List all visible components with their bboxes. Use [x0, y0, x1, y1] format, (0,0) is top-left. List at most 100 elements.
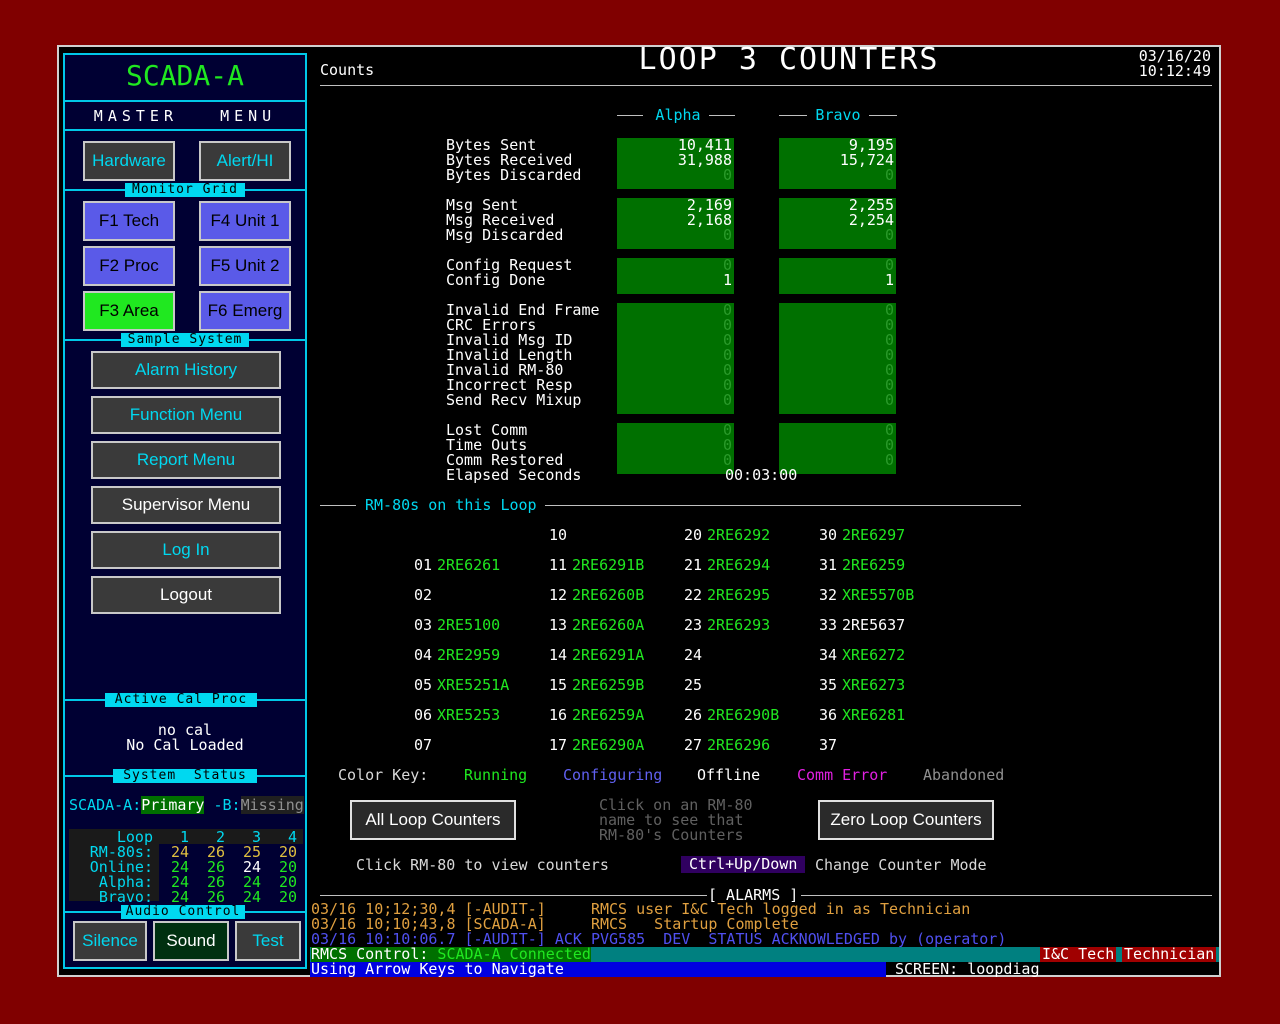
- rm80-slot-number: 31: [818, 556, 837, 574]
- section-label: Counts: [320, 61, 375, 79]
- rm80-slot-number: 10: [548, 526, 567, 544]
- alpha-counter-value: 0: [722, 166, 732, 184]
- elapsed-value: 00:03:00: [725, 466, 798, 484]
- supervisor-menu-button[interactable]: Supervisor Menu: [91, 486, 281, 524]
- sample-system-label: Sample System: [121, 333, 249, 347]
- counter-label: Config Done: [446, 271, 546, 289]
- alpha-counter-value: 0: [722, 391, 732, 409]
- sidebar: SCADA-A MASTER MENU Hardware Alert/HI Mo…: [63, 53, 307, 969]
- rm80-slot-number: 23: [683, 616, 702, 634]
- alert-hi-button[interactable]: Alert/HI: [199, 141, 291, 181]
- rm80-name-link[interactable]: 2RE6295: [707, 588, 770, 603]
- rm80-name-link[interactable]: 2RE6290B: [707, 708, 779, 723]
- f3-area-button[interactable]: F3 Area: [83, 291, 175, 331]
- master-menu-label: MASTER MENU: [93, 107, 277, 125]
- ctrl-key-badge: Ctrl+Up/Down: [681, 856, 806, 873]
- rm80-slot-number: 16: [548, 706, 567, 724]
- f1-tech-button[interactable]: F1 Tech: [83, 201, 175, 241]
- rm80-name-link[interactable]: 2RE6259A: [572, 708, 644, 723]
- alpha-counter-value: 0: [722, 226, 732, 244]
- logout-button[interactable]: Logout: [91, 576, 281, 614]
- change-mode-label: Change Counter Mode: [815, 856, 987, 874]
- rm80-name-link[interactable]: 2RE6261: [437, 558, 500, 573]
- rm80-rule-left: [320, 505, 356, 506]
- rm80-name-link[interactable]: XRE6272: [842, 648, 905, 663]
- alpha-counter-box: 10,411 31,988 0: [617, 138, 734, 189]
- audio-control-label: Audio Control: [121, 905, 245, 919]
- monitor-grid-label: Monitor Grid: [125, 183, 245, 197]
- bravo-rule-right: [869, 115, 897, 116]
- counter-label: Send Recv Mixup: [446, 391, 582, 409]
- alpha-counter-box: 2,169 2,168 0: [617, 198, 734, 249]
- status-missing-badge: Missing: [240, 796, 304, 814]
- rm80-name-link[interactable]: XRE5570B: [842, 588, 914, 603]
- scada-status-line: SCADA-A:Primary -B:Missing: [69, 796, 304, 814]
- login-button[interactable]: Log In: [91, 531, 281, 569]
- rm80-name-link[interactable]: 2RE6294: [707, 558, 770, 573]
- page-title: LOOP 3 COUNTERS: [638, 42, 940, 77]
- rm80-name-link[interactable]: 2RE6259B: [572, 678, 644, 693]
- rm80-name-link[interactable]: 2RE6293: [707, 618, 770, 633]
- bravo-counter-value: 0: [884, 226, 894, 244]
- bravo-counter-value: 1: [884, 271, 894, 289]
- loop-table-cell: 26: [206, 888, 225, 906]
- alpha-counter-box: 0000000: [617, 303, 734, 414]
- f4-unit1-button[interactable]: F4 Unit 1: [199, 201, 291, 241]
- rm80-name-link[interactable]: XRE5251A: [437, 678, 509, 693]
- header-divider: [320, 85, 1212, 86]
- rm80-slot-number: 32: [818, 586, 837, 604]
- silence-button[interactable]: Silence: [73, 921, 147, 961]
- color-key-item: Abandoned: [923, 766, 1005, 784]
- f6-emerg-button[interactable]: F6 Emerg: [199, 291, 291, 331]
- rm80-name-link[interactable]: 2RE2959: [437, 648, 500, 663]
- rm80-name-link[interactable]: 2RE5100: [437, 618, 500, 633]
- status-b-prefix: -B:: [204, 796, 241, 814]
- rm80-name-link[interactable]: XRE6281: [842, 708, 905, 723]
- bravo-header: Bravo: [815, 106, 861, 124]
- rm80-slot-number: 21: [683, 556, 702, 574]
- rm80-name-link[interactable]: 2RE6260A: [572, 618, 644, 633]
- divider: [65, 129, 305, 131]
- status-primary-badge: Primary: [141, 796, 205, 814]
- alarm-history-button[interactable]: Alarm History: [91, 351, 281, 389]
- all-loop-counters-button[interactable]: All Loop Counters: [350, 800, 516, 840]
- rm80-name-link[interactable]: 2RE6292: [707, 528, 770, 543]
- rm80-name-link[interactable]: XRE6273: [842, 678, 905, 693]
- rm80-slot-number: 13: [548, 616, 567, 634]
- rm80-slot-number: 24: [683, 646, 702, 664]
- f5-unit2-button[interactable]: F5 Unit 2: [199, 246, 291, 286]
- report-menu-button[interactable]: Report Menu: [91, 441, 281, 479]
- rm80-name-link[interactable]: 2RE6291A: [572, 648, 644, 663]
- rm80-name-link[interactable]: 2RE6291B: [572, 558, 644, 573]
- rm80-name-link[interactable]: 2RE6297: [842, 528, 905, 543]
- bravo-counter-box: 01: [779, 258, 896, 294]
- app-title: SCADA-A: [125, 59, 244, 92]
- active-cal-label: Active Cal Proc: [105, 693, 257, 707]
- test-button[interactable]: Test: [235, 921, 301, 961]
- rm80-name-link[interactable]: XRE5253: [437, 708, 500, 723]
- bravo-counter-value: 0: [884, 166, 894, 184]
- bravo-rule-left: [779, 115, 807, 116]
- function-menu-button[interactable]: Function Menu: [91, 396, 281, 434]
- hardware-button[interactable]: Hardware: [83, 141, 175, 181]
- rm80-name-link[interactable]: 2RE6290A: [572, 738, 644, 753]
- alpha-rule-left: [617, 115, 643, 116]
- screen-name: SCREEN: loopdiag: [895, 960, 1040, 978]
- rm80-name-link[interactable]: 2RE6259: [842, 558, 905, 573]
- rm80-hint-line3: RM-80's Counters: [599, 826, 744, 844]
- status-prefix: SCADA-A:: [69, 796, 142, 814]
- zero-loop-counters-button[interactable]: Zero Loop Counters: [818, 800, 994, 840]
- loop-table-cell: 20: [278, 888, 297, 906]
- loop-table-cell: 24: [170, 888, 189, 906]
- loop-table-row-label: Bravo:: [98, 888, 153, 906]
- rm80-name-link[interactable]: 2RE6296: [707, 738, 770, 753]
- f2-proc-button[interactable]: F2 Proc: [83, 246, 175, 286]
- rm80-name-link[interactable]: 2RE5637: [842, 618, 905, 633]
- rm80-name-link[interactable]: 2RE6260B: [572, 588, 644, 603]
- divider: [65, 100, 305, 102]
- sound-button[interactable]: Sound: [153, 921, 229, 961]
- rm80-slot-number: 05: [413, 676, 432, 694]
- rm80-slot-number: 30: [818, 526, 837, 544]
- rm80-slot-number: 02: [413, 586, 432, 604]
- color-key-item: Comm Error: [797, 766, 888, 784]
